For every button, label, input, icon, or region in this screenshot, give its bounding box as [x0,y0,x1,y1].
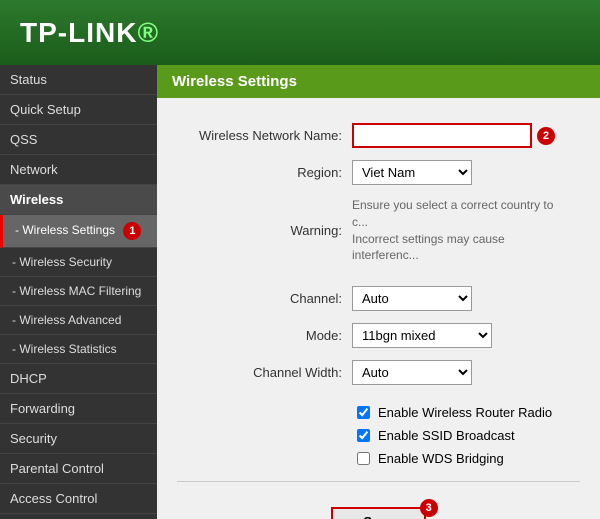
content-area: Wireless Settings Wireless Network Name:… [157,65,600,519]
main-layout: Status Quick Setup QSS Network Wireless … [0,65,600,519]
sidebar-item-wireless-mac[interactable]: - Wireless MAC Filtering [0,277,157,306]
channel-select[interactable]: Auto [352,286,472,311]
mode-select[interactable]: 11bgn mixed [352,323,492,348]
sidebar-item-network[interactable]: Network [0,155,157,185]
sidebar-item-quick-setup[interactable]: Quick Setup [0,95,157,125]
region-row: Region: Viet Nam [177,160,580,185]
sidebar: Status Quick Setup QSS Network Wireless … [0,65,157,519]
sidebar-item-wireless-advanced[interactable]: - Wireless Advanced [0,306,157,335]
sidebar-item-parental-control[interactable]: Parental Control [0,454,157,484]
sidebar-badge: 1 [123,222,141,240]
mode-label: Mode: [177,328,352,343]
channel-width-label: Channel Width: [177,365,352,380]
channel-width-row: Channel Width: Auto [177,360,580,385]
header: TP-LINK® [0,0,600,65]
enable-wds-checkbox[interactable] [357,452,370,465]
sidebar-item-access-control[interactable]: Access Control [0,484,157,514]
region-label: Region: [177,165,352,180]
enable-ssid-label: Enable SSID Broadcast [378,428,515,443]
network-name-row: Wireless Network Name: 2 [177,123,580,148]
save-badge: 3 [420,499,438,517]
sidebar-item-status[interactable]: Status [0,65,157,95]
warning-text: Ensure you select a correct country to c… [352,197,572,264]
network-name-label: Wireless Network Name: [177,128,352,143]
enable-wds-label: Enable WDS Bridging [378,451,504,466]
enable-ssid-checkbox[interactable] [357,429,370,442]
sidebar-item-qss[interactable]: QSS [0,125,157,155]
input-badge: 2 [537,127,555,145]
enable-wireless-label: Enable Wireless Router Radio [378,405,552,420]
logo: TP-LINK® [20,17,159,49]
sidebar-item-wireless[interactable]: Wireless [0,185,157,215]
checkbox-row-1: Enable Wireless Router Radio [357,405,580,420]
sidebar-item-wireless-statistics[interactable]: - Wireless Statistics [0,335,157,364]
save-button[interactable]: Save [331,507,425,519]
channel-label: Channel: [177,291,352,306]
enable-wireless-checkbox[interactable] [357,406,370,419]
content-title: Wireless Settings [157,65,600,98]
save-area: Save 3 [177,497,580,519]
sidebar-item-security[interactable]: Security [0,424,157,454]
sidebar-item-wireless-security[interactable]: - Wireless Security [0,248,157,277]
sidebar-item-dhcp[interactable]: DHCP [0,364,157,394]
warning-label: Warning: [177,223,352,238]
checkbox-row-3: Enable WDS Bridging [357,451,580,466]
channel-width-select[interactable]: Auto [352,360,472,385]
warning-row: Warning: Ensure you select a correct cou… [177,197,580,264]
mode-row: Mode: 11bgn mixed [177,323,580,348]
form-area: Wireless Network Name: 2 Region: Viet Na… [157,113,600,519]
region-select[interactable]: Viet Nam [352,160,472,185]
channel-row: Channel: Auto [177,286,580,311]
checkbox-row-2: Enable SSID Broadcast [357,428,580,443]
sidebar-item-advanced-routing[interactable]: Advanced Routing [0,514,157,519]
sidebar-item-wireless-settings[interactable]: - Wireless Settings 1 [0,215,157,248]
sidebar-item-forwarding[interactable]: Forwarding [0,394,157,424]
separator [177,481,580,482]
network-name-input[interactable] [352,123,532,148]
